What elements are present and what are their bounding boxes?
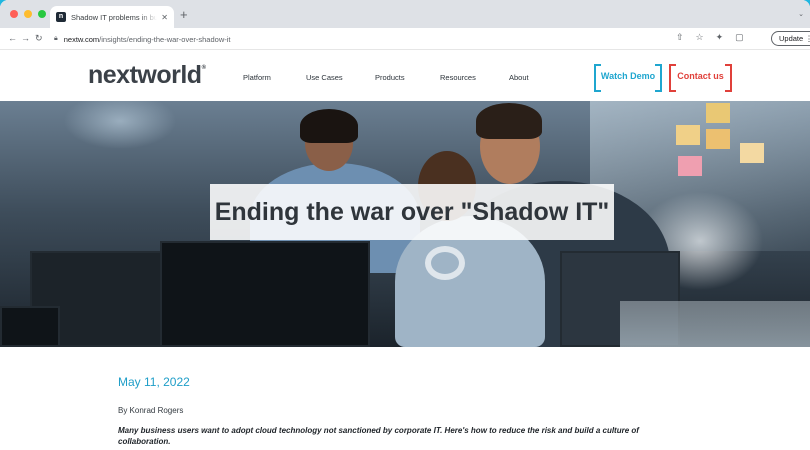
site-favicon-icon: n [56,12,66,22]
extensions-icon[interactable]: ✦ [716,32,724,43]
minimize-window-button[interactable] [24,10,32,18]
article-byline: By Konrad Rogers [118,406,184,415]
browser-tab[interactable]: n Shadow IT problems in business ✕ [50,6,174,28]
sticky-note [706,103,730,123]
window-controls [10,10,46,18]
headphones-icon [425,246,465,280]
article-summary: Many business users want to adopt cloud … [118,426,639,446]
nav-platform[interactable]: Platform [243,73,271,82]
lock-icon[interactable]: 🔒︎ [54,35,58,43]
hero-person-woman-hair [300,109,358,143]
article-date: May 11, 2022 [118,375,190,389]
hero-banner: Ending the war over "Shadow IT" [0,101,810,347]
browser-window: n Shadow IT problems in business ✕ + ⌄ ←… [0,0,810,450]
hero-monitor [0,306,60,347]
browser-toolbar: ← → ↻ 🔒︎ nextw.com/insights/ending-the-w… [0,28,810,50]
nav-resources[interactable]: Resources [440,73,476,82]
star-icon[interactable]: ☆ [696,32,704,43]
back-icon[interactable]: ← [8,33,17,43]
address-bar[interactable]: 🔒︎ nextw.com/insights/ending-the-war-ove… [54,31,714,47]
sticky-note [706,129,730,149]
tab-search-chevron-icon[interactable]: ⌄ [798,10,804,18]
sticky-note [678,156,702,176]
hero-desk-light [620,301,810,347]
toolbar-icons: ⇧ ☆ ✦ ▢ [676,32,744,43]
tab-strip: n Shadow IT problems in business ✕ + ⌄ [0,0,810,28]
sticky-note [676,125,700,145]
share-icon[interactable]: ⇧ [676,32,684,43]
contact-us-button[interactable]: Contact us [669,64,732,92]
maximize-window-button[interactable] [38,10,46,18]
sticky-note [740,143,764,163]
hero-title-box: Ending the war over "Shadow IT" [210,184,614,240]
tab-title: Shadow IT problems in business [71,12,158,22]
hero-person-man-right-hair [476,103,542,139]
reload-icon[interactable]: ↻ [35,33,43,44]
tab-close-icon[interactable]: ✕ [161,13,168,22]
close-window-button[interactable] [10,10,18,18]
page-title: Ending the war over "Shadow IT" [214,197,610,226]
nextworld-logo[interactable]: nextworld® [88,61,206,90]
forward-icon[interactable]: → [21,33,30,43]
watch-demo-button[interactable]: Watch Demo [594,64,662,92]
new-tab-icon[interactable]: + [180,8,188,22]
nav-use-cases[interactable]: Use Cases [306,73,343,82]
sidebar-icon[interactable]: ▢ [735,32,744,43]
url-text: nextw.com/insights/ending-the-war-over-s… [63,34,231,44]
nav-about[interactable]: About [509,73,529,82]
hero-monitor [160,241,370,347]
site-header: nextworld® Platform Use Cases Products R… [0,51,810,101]
nav-products[interactable]: Products [375,73,405,82]
update-button[interactable]: Update ⋮ [771,31,810,46]
